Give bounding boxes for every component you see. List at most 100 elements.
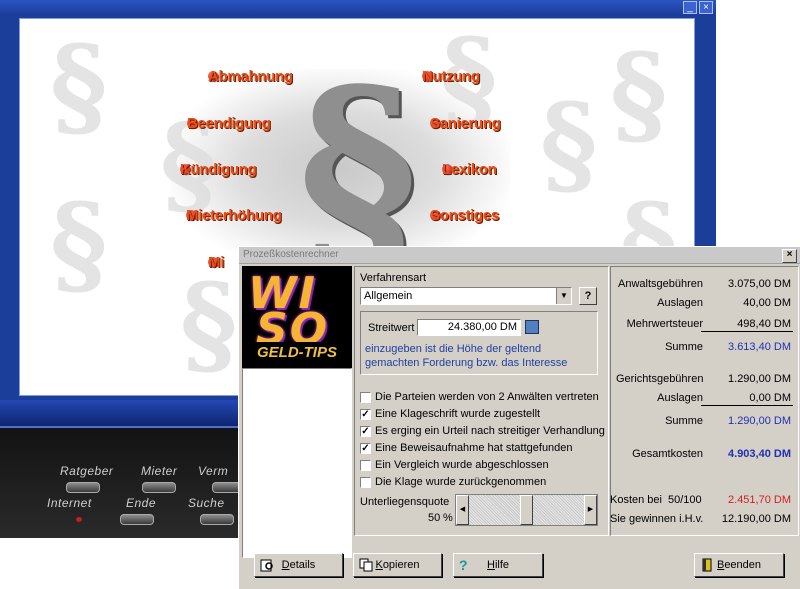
checkbox-beweisaufnahme[interactable]: ✓ Eine Beweisaufnahme hat stattgefunden [360,442,573,454]
menu-item-abmahnung[interactable]: Abmahnung [208,65,308,95]
paragraph-watermark: § [610,29,668,158]
device-control-panel: Ratgeber Mieter Verm Internet Ende Suche [0,400,250,589]
side-list-box[interactable] [242,368,352,558]
kosten-anteil-value: 2.451,70 DM [728,494,791,506]
checkbox-urteil[interactable]: ✓ Es erging ein Urteil nach streitiger V… [360,425,605,437]
checkbox-box[interactable]: ✓ [360,425,371,437]
auslagen-label: Auslagen [657,297,703,309]
hilfe-button[interactable]: ? Hilfe [453,553,543,577]
streitwert-input[interactable]: 24.380,00 DM [417,319,521,336]
menu-item-sanierung[interactable]: Sanierung [430,115,501,132]
checkbox-box[interactable] [360,459,371,471]
details-button[interactable]: Details [254,553,343,577]
anwaltsgebuehren-label: Anwaltsgebühren [617,278,703,290]
divider-line [701,405,793,406]
mehrwertsteuer-value: 498,40 DM [737,318,791,330]
device-label-mieter: Mieter [141,464,178,478]
unterliegensquote-slider[interactable]: ◀ ▶ [455,494,598,526]
device-label-suche: Suche [188,496,225,510]
summe-anwalt-label: Summe [665,341,703,353]
checkbox-label: Die Klage wurde zurückgenommen [375,476,547,488]
hilfe-label: Hilfe [486,559,509,571]
menu-item-nutzung[interactable]: Nutzung [422,68,480,85]
checkbox-box[interactable] [360,476,371,488]
chevron-down-icon[interactable]: ▼ [556,288,571,304]
streitwert-label: Streitwert [368,322,415,334]
unterliegensquote-value: 50 [428,512,441,524]
summe-gericht-value: 1.290,00 DM [728,415,791,427]
device-body: Ratgeber Mieter Verm Internet Ende Suche [0,400,250,538]
dialog-title: Prozeßkostenrechner [243,249,339,260]
gerichtsgebuehren-value: 1.290,00 DM [728,373,791,385]
summe-anwalt-value: 3.613,40 DM [728,341,791,353]
menu-label: Mi [208,253,225,271]
calculator-icon[interactable] [525,320,539,334]
device-label-ratgeber: Ratgeber [60,464,114,478]
device-key-mieter[interactable] [142,482,176,493]
divider-line [701,331,793,332]
minimize-button[interactable]: _ [683,1,697,14]
menu-label: Kündigung [180,160,257,178]
menu-label: Beendigung [187,114,271,132]
checkbox-box[interactable]: ✓ [360,408,371,420]
dialog-close-button[interactable]: × [782,249,797,263]
checkbox-vergleich[interactable]: Ein Vergleich wurde abgeschlossen [360,459,549,471]
menu-label: Nutzung [422,67,480,85]
device-strip [0,400,250,428]
kopieren-button[interactable]: Kopieren [353,553,442,577]
details-label: Details [281,559,316,571]
summe-gericht-label: Summe [665,415,703,427]
paragraph-watermark: § [50,21,108,150]
paragraph-watermark: § [540,79,598,208]
device-label-ende: Ende [126,496,157,510]
checkbox-klage-zurueck[interactable]: Die Klage wurde zurückgenommen [360,476,546,488]
device-key-ratgeber[interactable] [66,482,100,493]
dialog-titlebar: Prozeßkostenrechner × [239,247,800,264]
paragraph-watermark: § [180,259,238,388]
menu-item-beendigung[interactable]: Beendigung [187,115,271,132]
anwaltsgebuehren-value: 3.075,00 DM [728,278,791,290]
menu-item-sonstiges[interactable]: Sonstiges [430,207,499,224]
menu-item-kuendigung[interactable]: Kündigung [180,161,257,178]
unterliegensquote-label: Unterliegensquote [360,496,450,508]
menu-label: Mieterhöhung [186,206,282,224]
auslagen-value: 40,00 DM [743,297,791,309]
menu-label: Lexikon [442,160,497,178]
beenden-label: Beenden [716,559,762,571]
kosten-ratio: 50/100 [668,494,702,506]
mehrwertsteuer-label: Mehrwertsteuer [626,318,703,330]
menu-item-mieterhoehung[interactable]: Mieterhöhung [186,207,282,224]
background-titlebar: _ × [0,0,716,16]
checkbox-klageschrift[interactable]: ✓ Eine Klageschrift wurde zugestellt [360,408,540,420]
menu-item-mi[interactable]: Mi [208,254,224,271]
menu-item-lexikon[interactable]: Lexikon [442,161,497,178]
gesamtkosten-value: 4.903,40 DM [728,448,791,460]
checkbox-label: Die Parteien werden von 2 Anwälten vertr… [375,391,599,403]
auslagen-gericht-label: Auslagen [657,392,703,404]
device-label-internet: Internet [47,496,92,510]
close-button[interactable]: × [699,1,713,14]
menu-label: Abmahnung [208,67,293,85]
checkbox-zwei-anwaelte[interactable]: Die Parteien werden von 2 Anwälten vertr… [360,391,599,403]
help-question-button[interactable]: ? [579,287,597,305]
gewinn-value: 12.190,00 DM [721,513,791,525]
slider-thumb[interactable] [520,495,533,525]
verfahrensart-select[interactable]: Allgemein ▼ [360,287,572,305]
checkbox-box[interactable] [360,391,371,403]
gewinn-label: Sie gewinnen i.H.v. [610,513,704,525]
slider-left-arrow-icon[interactable]: ◀ [456,495,469,525]
prozesskostenrechner-dialog: Prozeßkostenrechner × WI SO GELD-TIPS Ve… [238,246,800,589]
checkbox-box[interactable]: ✓ [360,442,371,454]
logo-caption: GELD-TIPS [242,342,352,364]
device-key-suche[interactable] [200,514,234,525]
slider-right-arrow-icon[interactable]: ▶ [584,495,597,525]
beenden-button[interactable]: Beenden [694,553,784,577]
auslagen-gericht-value: 0,00 DM [749,392,791,404]
device-key-ende[interactable] [120,514,154,525]
gerichtsgebuehren-label: Gerichtsgebühren [616,373,704,385]
streitwert-hint: einzugeben ist die Höhe der geltend gema… [365,343,568,369]
verfahrensart-label: Verfahrensart [360,272,427,284]
menu-label: Sonstiges [430,206,499,224]
gesamtkosten-label: Gesamtkosten [632,448,703,460]
paragraph-watermark: § [50,179,108,308]
